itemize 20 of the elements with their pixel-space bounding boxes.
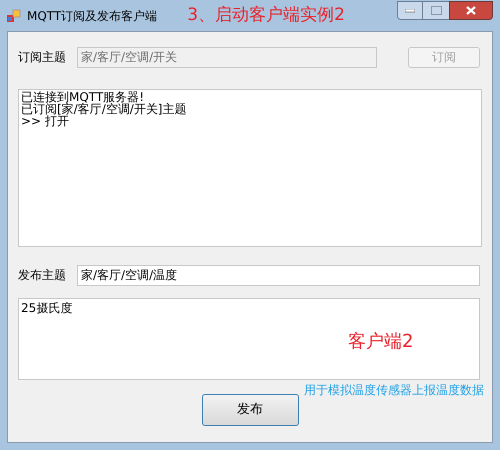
minimize-button[interactable] — [397, 1, 423, 20]
close-button[interactable] — [449, 1, 493, 20]
publish-topic-field[interactable]: 家/客厅/空调/温度 — [77, 264, 480, 286]
log-line: 已订阅[家/客厅/空调/开关]主题 — [21, 103, 188, 115]
close-icon — [466, 6, 476, 15]
annotation-note: 用于模拟温度传感器上报温度数据 — [304, 382, 484, 399]
annotation-label: 客户端2 — [348, 330, 414, 354]
window-title: MQTT订阅及发布客户端 — [27, 8, 158, 25]
subscribe-topic-label: 订阅主题 — [18, 49, 67, 66]
publish-button[interactable]: 发布 — [202, 394, 298, 426]
log-line: >> 打开 — [21, 115, 69, 127]
log-textbox[interactable]: 已连接到MQTT服务器! 已订阅[家/客厅/空调/开关]主题 >> 打开 — [18, 89, 482, 247]
log-line: 已连接到MQTT服务器! — [21, 91, 144, 103]
app-icon — [7, 9, 21, 23]
maximize-button[interactable] — [423, 1, 449, 20]
annotation-heading: 3、启动客户端实例2 — [187, 4, 345, 28]
message-text: 25摄氏度 — [21, 301, 72, 315]
maximize-icon — [430, 6, 442, 15]
publish-topic-label: 发布主题 — [18, 267, 67, 284]
minimize-icon — [405, 8, 415, 12]
